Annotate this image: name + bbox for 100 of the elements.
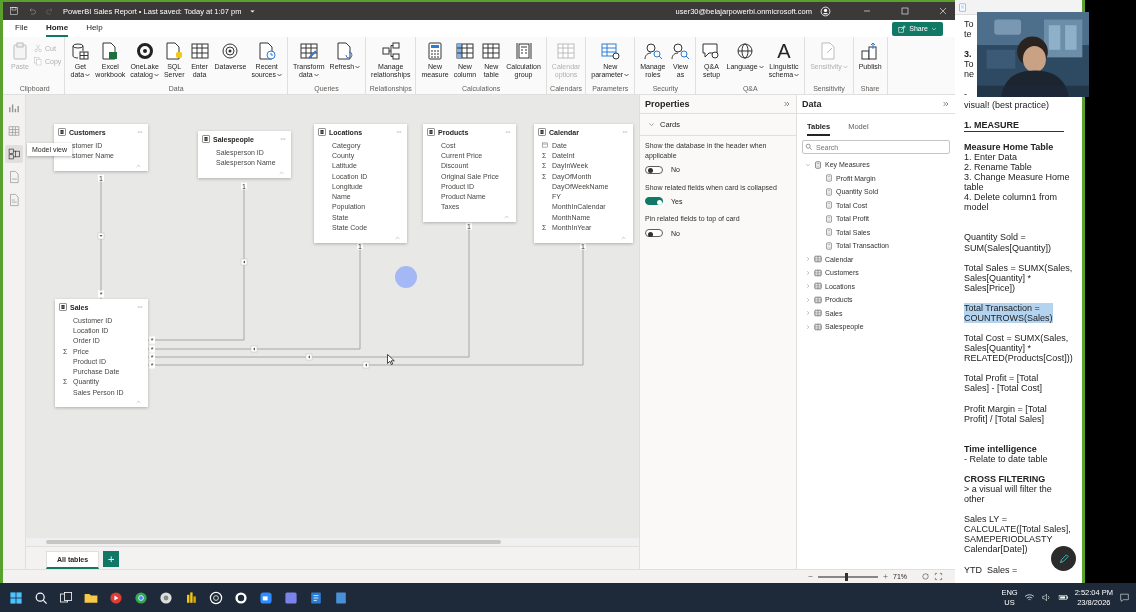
note-heading: 1. MEASURE — [964, 119, 1064, 132]
diagram-icon[interactable] — [5, 145, 23, 163]
pane-title: Data — [802, 99, 822, 109]
table-icon — [814, 295, 822, 304]
zoom-slider[interactable] — [818, 575, 878, 578]
app-icon[interactable] — [133, 589, 149, 606]
cursor-icon — [387, 354, 395, 365]
app-icon[interactable] — [258, 589, 274, 606]
note-paragraph: Measure Home Table 1. Enter Data 2. Rename Table 3. Change Measure Home table 4. Delete column1 from model — [964, 141, 1070, 213]
windows-icon[interactable] — [8, 589, 24, 606]
search-icon — [805, 143, 813, 151]
document-database-icon — [164, 41, 185, 61]
caret-icon[interactable] — [249, 7, 257, 15]
note-paragraph: To te — [964, 19, 974, 40]
clipboard-icon — [10, 41, 30, 61]
close-icon[interactable] — [937, 5, 949, 17]
table-icon — [814, 282, 822, 291]
app-icon[interactable] — [308, 589, 324, 606]
scrollbar[interactable] — [26, 538, 639, 546]
pen-button[interactable] — [1051, 546, 1076, 571]
table-icon — [59, 303, 67, 311]
calculator-icon — [825, 174, 833, 183]
app-icon[interactable] — [158, 589, 174, 606]
collapse-icon[interactable] — [783, 100, 791, 108]
table-icon — [481, 41, 502, 61]
fit-icon[interactable] — [921, 572, 930, 581]
app-icon[interactable] — [233, 589, 249, 606]
calculator-icon — [825, 214, 833, 223]
table-icon — [318, 128, 326, 136]
toggle-switch[interactable] — [645, 165, 663, 174]
note-paragraph: Profit Margin = [Total Profit] / [Total Sales] — [964, 403, 1047, 424]
notification-icon[interactable] — [1119, 592, 1130, 603]
person-search-icon — [642, 41, 663, 61]
app-icon[interactable] — [208, 589, 224, 606]
scissors-icon — [33, 43, 43, 53]
note-paragraph: SAMEPERIODLASTY Calendar[Date]) — [964, 534, 1053, 555]
expand-icon[interactable] — [934, 572, 943, 581]
table-circle-icon — [600, 41, 621, 61]
caret-icon — [313, 73, 319, 78]
table-icon — [202, 135, 210, 143]
globe-icon — [735, 41, 756, 61]
note-paragraph: - visual! (best practice) — [964, 89, 1050, 110]
direction-marker-icon — [97, 232, 105, 240]
collapse-icon[interactable] — [942, 100, 950, 108]
calendar-icon — [542, 142, 548, 149]
toggle-switch[interactable] — [645, 197, 663, 206]
battery-icon[interactable] — [1057, 592, 1069, 603]
toggle-switch[interactable] — [645, 229, 663, 238]
undo-icon[interactable] — [27, 6, 37, 16]
table-icon — [556, 41, 577, 61]
person-search-icon — [670, 41, 691, 61]
wifi-icon[interactable] — [1023, 592, 1035, 603]
note-paragraph: 3. To ne — [964, 49, 974, 80]
note-paragraph: Sales LY = CALCULATE([Total Sales], — [964, 514, 1071, 535]
maximize-icon[interactable] — [899, 5, 911, 17]
caret-icon — [355, 65, 361, 70]
direction-marker-icon — [250, 345, 258, 353]
caret-icon — [624, 73, 630, 78]
add-tab-button[interactable]: + — [103, 551, 120, 567]
cursor-highlight — [395, 266, 417, 288]
pane-title: Properties — [645, 99, 690, 109]
chevron-down-icon — [648, 121, 655, 128]
direction-marker-icon — [240, 258, 248, 266]
note-paragraph: YTD Sales = — [964, 564, 1018, 575]
table-icon — [538, 128, 546, 136]
table-icon — [189, 41, 210, 61]
caret-icon — [758, 65, 764, 70]
note-paragraph: Total Profit = [Total Sales] - [Total Cost] — [964, 373, 1043, 394]
note-paragraph: Total Transaction = COUNTROWS(Sales) — [964, 302, 1053, 324]
save-icon[interactable] — [9, 6, 19, 16]
note-paragraph: Total Cost = SUMX(Sales, Sales[Quantity] * RELATED(Products[Cost])) — [964, 333, 1073, 364]
speech-bubble-icon — [701, 41, 722, 61]
menu-tab[interactable]: Help — [86, 20, 103, 37]
note-paragraph: CROSS FILTERING > a visual will filter the other — [964, 473, 1052, 505]
document-clock-icon — [256, 41, 277, 61]
note-paragraph: Time intelligence - Relate to date table — [964, 443, 1048, 464]
note-paragraph: Quantity Sold = SUM(Sales[Quantity]) — [964, 232, 1052, 253]
calculator-bracket-icon — [513, 41, 534, 61]
document-refresh-icon — [334, 41, 355, 61]
app-icon[interactable] — [108, 589, 124, 606]
minus-icon[interactable] — [807, 573, 814, 580]
plus-icon[interactable] — [882, 573, 889, 580]
calculator-icon — [825, 201, 833, 210]
calculator-icon — [825, 187, 833, 196]
letter-icon: A — [777, 41, 791, 61]
speaker-icon[interactable] — [1040, 592, 1052, 603]
table-icon — [814, 255, 822, 264]
table-icon — [814, 268, 822, 277]
task-view-icon[interactable] — [58, 589, 74, 606]
direction-marker-icon — [305, 353, 313, 361]
menu-tab[interactable]: File — [15, 20, 28, 37]
table-icon — [427, 128, 435, 136]
table-pencil-icon — [298, 41, 319, 61]
database-icon — [70, 41, 91, 61]
spiral-icon — [220, 41, 241, 61]
table-icon — [814, 309, 822, 318]
calculator-icon — [814, 160, 822, 169]
avatar-icon[interactable] — [820, 5, 831, 17]
pencil-icon — [1057, 552, 1070, 565]
table-icon — [814, 322, 822, 331]
